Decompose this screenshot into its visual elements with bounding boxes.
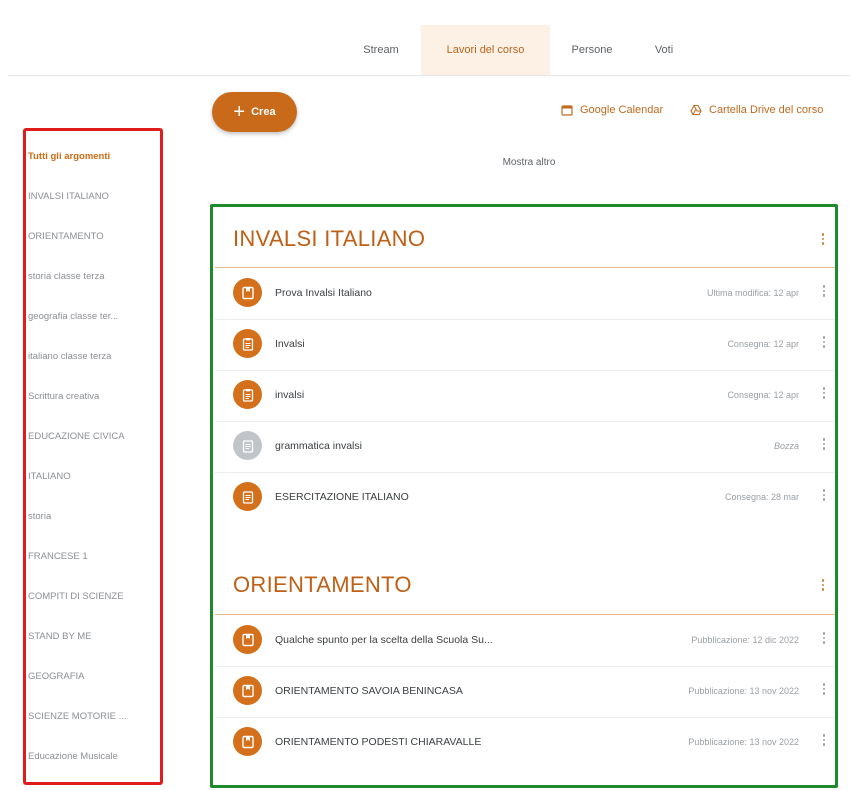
list-item[interactable]: ESERCITAZIONE ITALIANO Consegna: 28 mar	[215, 472, 835, 522]
topic-more-icon[interactable]	[820, 233, 826, 245]
sidebar-item-italiano-classe-terza[interactable]: italiano classe terza	[28, 351, 111, 362]
item-title: ORIENTAMENTO PODESTI CHIARAVALLE	[275, 736, 482, 748]
list-item[interactable]: ORIENTAMENTO SAVOIA BENINCASA Pubblicazi…	[215, 666, 835, 716]
tab-persone[interactable]: Persone	[556, 25, 628, 75]
sidebar-item-tutti-gli-argomenti[interactable]: Tutti gli argomenti	[28, 151, 110, 162]
google-calendar-label: Google Calendar	[580, 104, 664, 116]
sidebar-item-educazione-civica[interactable]: EDUCAZIONE CIVICA	[28, 431, 125, 442]
item-meta: Consegna: 12 apr	[727, 339, 799, 349]
item-more-icon[interactable]	[822, 285, 825, 297]
list-item[interactable]: grammatica invalsi Bozza	[215, 421, 835, 471]
item-more-icon[interactable]	[822, 387, 825, 399]
item-meta: Bozza	[773, 441, 799, 451]
list-item[interactable]: invalsi Consegna: 12 apr	[215, 370, 835, 420]
tab-lavori-del-corso[interactable]: Lavori del corso	[421, 25, 550, 75]
tabs-divider	[8, 75, 850, 76]
draft-assignment-icon	[233, 431, 262, 460]
material-icon	[233, 625, 262, 654]
material-icon	[233, 278, 262, 307]
list-item[interactable]: ORIENTAMENTO PODESTI CHIARAVALLE Pubblic…	[215, 717, 835, 767]
calendar-icon	[561, 105, 573, 116]
assignment-icon	[233, 329, 262, 358]
sidebar-item-educazione-musicale[interactable]: Educazione Musicale	[28, 751, 118, 762]
sidebar-item-scrittura-creativa[interactable]: Scrittura creativa	[28, 391, 99, 402]
item-meta: Ultima modifica: 12 apr	[706, 288, 799, 298]
sidebar-highlight-box	[23, 128, 163, 785]
drive-folder-link[interactable]: Cartella Drive del corso	[690, 104, 823, 116]
tab-voti[interactable]: Voti	[634, 25, 694, 75]
item-more-icon[interactable]	[822, 438, 825, 450]
item-title: ORIENTAMENTO SAVOIA BENINCASA	[275, 685, 463, 697]
item-title: grammatica invalsi	[275, 440, 362, 452]
item-meta: Pubblicazione: 12 dic 2022	[691, 635, 799, 645]
item-more-icon[interactable]	[822, 489, 825, 501]
assignment-icon	[233, 380, 262, 409]
drive-icon	[690, 104, 702, 116]
list-item[interactable]: Qualche spunto per la scelta della Scuol…	[215, 615, 835, 665]
sidebar-item-scienze-motorie[interactable]: SCIENZE MOTORIE ...	[28, 711, 127, 722]
item-more-icon[interactable]	[822, 734, 825, 746]
list-item[interactable]: Prova Invalsi Italiano Ultima modifica: …	[215, 268, 835, 318]
topic-more-icon[interactable]	[820, 579, 826, 591]
item-title: Invalsi	[275, 338, 305, 350]
sidebar-item-geografia-classe-terza[interactable]: geografia classe ter...	[28, 311, 118, 322]
tab-stream[interactable]: Stream	[345, 25, 417, 75]
item-title: Prova Invalsi Italiano	[275, 287, 372, 299]
topic-title-orientamento: ORIENTAMENTO	[233, 572, 412, 597]
item-title: invalsi	[275, 389, 305, 401]
create-button[interactable]: + Crea	[212, 92, 297, 132]
item-meta: Consegna: 28 mar	[724, 492, 799, 502]
sidebar-item-compiti-di-scienze[interactable]: COMPITI DI SCIENZE	[28, 591, 124, 602]
sidebar-item-geografia[interactable]: GEOGRAFIA	[28, 671, 84, 682]
sidebar-item-storia-classe-terza[interactable]: storia classe terza	[28, 271, 105, 282]
item-meta: Pubblicazione: 13 nov 2022	[688, 686, 799, 696]
plus-icon: +	[233, 101, 246, 123]
item-more-icon[interactable]	[822, 683, 825, 695]
item-meta: Pubblicazione: 13 nov 2022	[688, 737, 799, 747]
assignment-icon	[233, 482, 262, 511]
material-icon	[233, 727, 262, 756]
topic-title-invalsi-italiano: INVALSI ITALIANO	[233, 226, 426, 251]
sidebar-item-orientamento[interactable]: ORIENTAMENTO	[28, 231, 104, 242]
create-button-label: Crea	[251, 106, 276, 118]
item-title: Qualche spunto per la scelta della Scuol…	[275, 634, 493, 646]
item-more-icon[interactable]	[822, 632, 825, 644]
sidebar-item-storia[interactable]: storia	[28, 511, 51, 522]
drive-folder-label: Cartella Drive del corso	[709, 104, 824, 116]
item-meta: Consegna: 12 apr	[727, 390, 799, 400]
sidebar-item-stand-by-me[interactable]: STAND BY ME	[28, 631, 92, 642]
material-icon	[233, 676, 262, 705]
google-calendar-link[interactable]: Google Calendar	[561, 104, 663, 116]
sidebar-item-invalsi-italiano[interactable]: INVALSI ITALIANO	[28, 191, 109, 202]
sidebar-item-francese-1[interactable]: FRANCESE 1	[28, 551, 88, 562]
list-item[interactable]: Invalsi Consegna: 12 apr	[215, 319, 835, 369]
course-tabs: Stream Lavori del corso Persone Voti	[0, 25, 850, 75]
item-title: ESERCITAZIONE ITALIANO	[275, 491, 409, 503]
show-more-link[interactable]: Mostra altro	[469, 157, 589, 168]
item-more-icon[interactable]	[822, 336, 825, 348]
sidebar-item-italiano[interactable]: ITALIANO	[28, 471, 71, 482]
